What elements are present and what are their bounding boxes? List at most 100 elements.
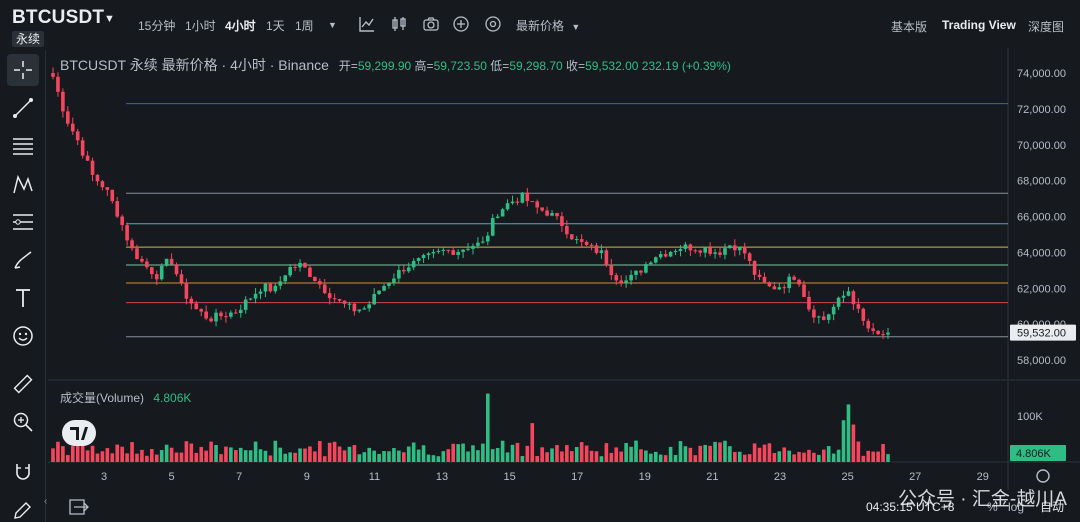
candle-body [362,308,367,310]
candle-body [584,241,589,245]
volume-bar [767,443,772,462]
volume-bar [238,447,243,462]
candle-body [476,242,480,246]
candle-body [886,332,890,335]
volume-bar [61,446,65,462]
volume-bar [500,440,505,462]
candle-body [406,267,411,272]
volume-bar [772,453,777,462]
candle-body [130,240,134,249]
volume-bar [871,451,875,462]
time-axis-label: 17 [571,471,583,483]
volume-bar [56,441,60,462]
volume-bar [347,446,352,462]
time-axis-label: 21 [706,471,718,483]
volume-bar [515,442,520,462]
volume-bar [560,451,564,462]
volume-value: 4.806K [153,391,192,405]
volume-bar [737,451,742,462]
candle-body [125,225,129,241]
candle-body [678,248,683,252]
candle-body [881,334,885,336]
volume-bar [66,455,70,462]
volume-bar [75,443,80,462]
volume-bar [125,453,129,462]
candle-body [110,189,115,202]
candle-body [787,276,791,289]
candle-body [253,293,258,299]
candle-body [278,281,283,286]
candle-body [105,187,110,190]
candle-body [377,290,381,294]
candle-body [140,259,144,262]
volume-bar [624,443,628,462]
volume-bar [337,446,342,462]
volume-bar [545,452,549,462]
volume-bar [876,451,880,462]
watermark: 公众号 · 汇金-越川A [898,489,1067,510]
volume-bar [787,450,791,462]
candle-body [688,244,693,251]
volume-bar [644,450,648,462]
candle-body [841,295,846,298]
high-value: 59,723.50 [433,59,487,73]
candle-body [565,225,569,235]
candle-body [184,282,189,299]
candle-body [303,262,307,268]
candle-body [51,73,55,77]
candle-body [520,192,525,203]
candle-body [179,274,184,283]
volume-bar [589,450,594,462]
candle-body [698,250,703,253]
candle-body [273,285,278,292]
candle-body [174,264,179,275]
candle-body [540,207,544,211]
candle-body [742,246,747,254]
volume-bar [145,455,149,462]
volume-bar [639,449,643,462]
candle-body [100,181,105,188]
candle-body [777,287,782,290]
candle-body [812,309,816,318]
volume-bar [747,454,752,462]
volume-bar [273,440,278,462]
price-chart[interactable]: 74,000.00 72,000.00 70,000.00 68,000.00 66,0… [0,0,1080,522]
volume-bar [485,393,490,462]
volume-bar [629,446,633,462]
candle-body [737,246,742,251]
volume-bar [194,452,199,462]
volume-bar [728,446,732,462]
volume-bar [594,451,599,462]
volume-bar [110,453,115,462]
low-value: 59,298.70 [509,59,563,73]
candle-body [234,312,238,314]
candle-body [668,251,673,257]
volume-bar [135,453,139,462]
time-axis-label: 13 [436,471,448,483]
candle-body [703,247,707,253]
volume-bar [673,454,678,462]
volume-bar [678,441,683,462]
candle-body [204,311,208,319]
volume-bar [481,443,485,462]
candle-body [387,282,391,286]
volume-bar [688,447,693,462]
volume-bar [683,446,688,462]
volume-bar [179,452,184,462]
volume-bar [471,445,475,462]
candle-body [189,298,194,304]
candle-body [594,245,599,254]
volume-bar [476,450,480,462]
volume-bar [530,423,535,462]
volume-bar [234,450,238,462]
volume-bar [120,446,124,462]
volume-bar [466,451,470,462]
candle-body [599,250,604,254]
chart-legend: BTCUSDT 永续 最新价格 · 4小时 · Binance 开=59,299… [60,55,731,75]
volume-bar [362,452,367,462]
volume-bar [550,448,554,462]
volume-bar [649,453,653,462]
volume-bar [812,452,816,462]
candle-body [733,245,737,251]
candle-body [639,270,643,273]
